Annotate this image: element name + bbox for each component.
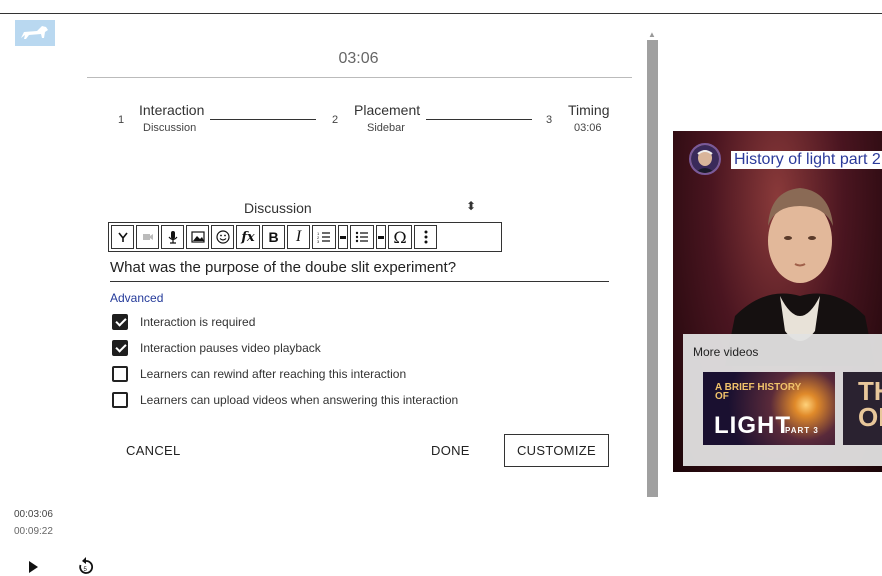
- step-2-title[interactable]: Placement: [354, 102, 420, 118]
- thumbnail-title: THE OF: [858, 376, 882, 432]
- duration: 00:09:22: [14, 526, 53, 537]
- thumbnail-subtitle: A BRIEF HISTORY OF: [715, 382, 802, 402]
- step-connector: [210, 119, 316, 120]
- video-icon[interactable]: [136, 225, 159, 249]
- interaction-stepper: 1 Interaction Discussion 2 Placement Sid…: [112, 102, 612, 142]
- step-connector: [426, 119, 532, 120]
- step-2-number: 2: [332, 114, 339, 126]
- branch-icon[interactable]: [111, 225, 134, 249]
- step-1-subtitle: Discussion: [143, 122, 197, 134]
- checkbox[interactable]: [112, 366, 128, 382]
- advanced-link[interactable]: Advanced: [110, 291, 163, 305]
- thumbnail-part: PART 3: [785, 426, 819, 435]
- italic-label: I: [295, 228, 302, 245]
- formula-icon[interactable]: fx: [236, 225, 260, 249]
- video-thumbnail[interactable]: A BRIEF HISTORY OF LIGHT PART 3: [703, 372, 835, 445]
- select-arrows-icon: ⬍: [465, 199, 476, 213]
- checkbox[interactable]: [112, 340, 128, 356]
- unordered-list-icon[interactable]: [350, 225, 374, 249]
- cancel-button[interactable]: CANCEL: [126, 443, 181, 458]
- customize-button[interactable]: CUSTOMIZE: [504, 434, 609, 467]
- interaction-type-select[interactable]: Discussion ⬍: [110, 199, 480, 217]
- option-can-rewind[interactable]: Learners can rewind after reaching this …: [112, 365, 532, 383]
- more-videos-label: More videos: [693, 345, 759, 359]
- checkbox[interactable]: [112, 392, 128, 408]
- option-label: Interaction pauses video playback: [140, 341, 321, 355]
- video-thumbnail[interactable]: THE OF: [843, 372, 882, 445]
- dog-logo-icon: [15, 20, 55, 46]
- interaction-type-value: Discussion: [244, 200, 312, 216]
- dropdown-caret[interactable]: [376, 225, 386, 249]
- vertical-scrollbar[interactable]: [647, 40, 658, 497]
- formula-label: fx: [241, 229, 255, 245]
- video-player[interactable]: History of light part 2 More videos A BR…: [673, 131, 882, 472]
- channel-avatar[interactable]: [689, 143, 721, 175]
- scroll-up-icon[interactable]: ▲: [648, 30, 656, 39]
- step-2-subtitle: Sidebar: [367, 122, 405, 134]
- play-icon[interactable]: [29, 561, 38, 573]
- interaction-time-title: 03:06: [338, 50, 379, 67]
- video-title[interactable]: History of light part 2: [731, 151, 882, 169]
- omega-label: Ω: [393, 227, 407, 247]
- step-3-subtitle: 03:06: [574, 122, 602, 134]
- step-3-title[interactable]: Timing: [568, 102, 610, 118]
- done-button[interactable]: DONE: [431, 443, 470, 458]
- option-upload-videos[interactable]: Learners can upload videos when answerin…: [112, 391, 532, 409]
- option-label: Learners can rewind after reaching this …: [140, 367, 407, 381]
- step-3-number: 3: [546, 114, 553, 126]
- option-label: Learners can upload videos when answerin…: [140, 393, 459, 407]
- italic-icon[interactable]: I: [287, 225, 310, 249]
- dropdown-caret[interactable]: [338, 225, 348, 249]
- bold-label: B: [268, 229, 279, 245]
- image-icon[interactable]: [186, 225, 209, 249]
- thumbnail-title: LIGHT: [714, 412, 791, 439]
- svg-text:3: 3: [317, 239, 320, 243]
- step-1-title[interactable]: Interaction: [139, 102, 204, 118]
- more-vertical-icon[interactable]: [414, 225, 437, 249]
- ordered-list-icon[interactable]: 123: [312, 225, 336, 249]
- emoji-icon[interactable]: [211, 225, 234, 249]
- option-pauses-playback[interactable]: Interaction pauses video playback: [112, 339, 532, 357]
- question-underline: [110, 281, 609, 282]
- replay-icon[interactable]: 5: [77, 556, 95, 576]
- rich-text-toolbar: fx B I 123 Ω: [108, 222, 502, 252]
- step-1-number: 1: [118, 114, 125, 126]
- bold-icon[interactable]: B: [262, 225, 285, 249]
- top-divider: [0, 13, 882, 14]
- current-time: 00:03:06: [14, 509, 53, 520]
- microphone-icon[interactable]: [161, 225, 184, 249]
- title-divider: [87, 77, 632, 78]
- checkbox[interactable]: [112, 314, 128, 330]
- omega-icon[interactable]: Ω: [388, 225, 412, 249]
- option-required[interactable]: Interaction is required: [112, 313, 532, 331]
- question-input[interactable]: What was the purpose of the doube slit e…: [110, 259, 608, 276]
- option-label: Interaction is required: [140, 315, 256, 329]
